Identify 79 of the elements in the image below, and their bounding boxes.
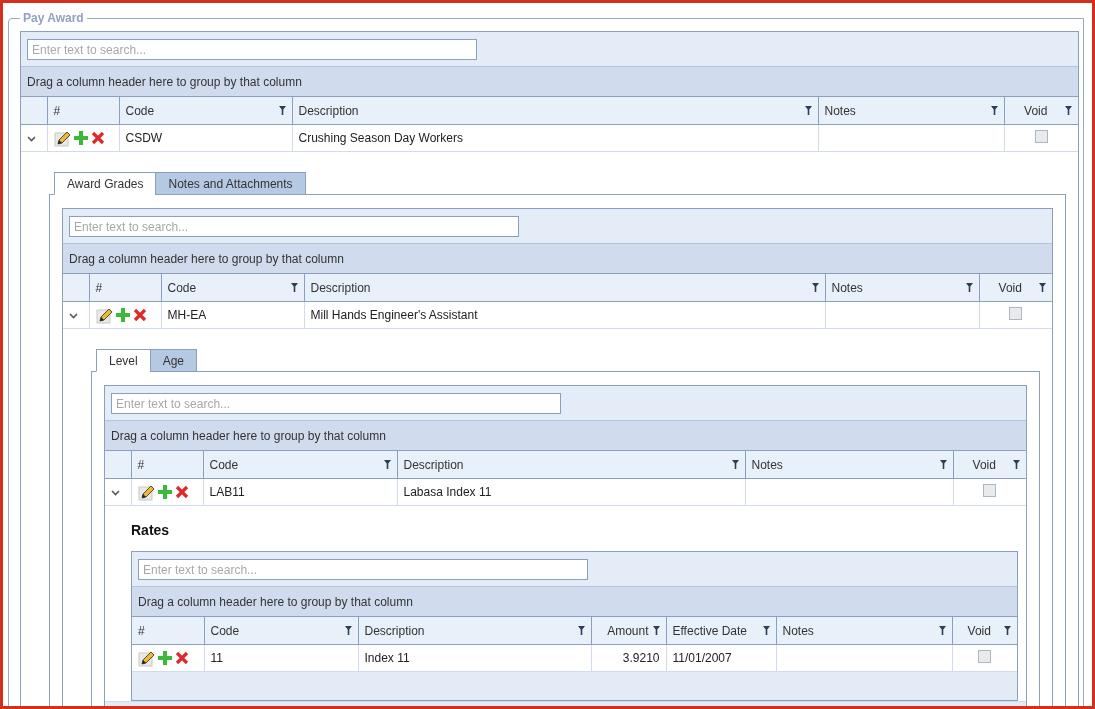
filter-icon[interactable] xyxy=(577,626,585,635)
table-cell: CSDW xyxy=(119,124,292,152)
column-header[interactable]: Code xyxy=(161,274,304,302)
filter-icon[interactable] xyxy=(652,626,660,635)
section-heading: Rates xyxy=(131,522,171,538)
tab[interactable]: Notes and Attachments xyxy=(155,172,306,195)
column-header[interactable]: Notes xyxy=(825,274,979,302)
filter-icon[interactable] xyxy=(990,106,998,115)
filter-icon[interactable] xyxy=(1039,283,1046,292)
pencil-icon[interactable] xyxy=(53,129,71,147)
filter-icon[interactable] xyxy=(811,283,819,292)
column-header[interactable]: Notes xyxy=(745,451,953,479)
column-header[interactable]: Void xyxy=(1004,97,1078,125)
search-field[interactable]: Enter text to search... xyxy=(138,559,588,580)
tab[interactable]: Level xyxy=(96,349,151,372)
column-header[interactable]: Description xyxy=(358,617,591,645)
column-header[interactable]: Void xyxy=(952,617,1017,645)
column-header[interactable]: Description xyxy=(397,451,745,479)
pencil-icon[interactable] xyxy=(137,483,155,501)
group-panel-hint: Drag a column header here to group by that column xyxy=(138,594,413,609)
search-field[interactable]: Enter text to search... xyxy=(27,39,477,60)
column-header[interactable]: # xyxy=(132,617,204,645)
filter-icon[interactable] xyxy=(383,460,391,469)
delete-icon[interactable] xyxy=(175,651,189,665)
tab[interactable]: Age xyxy=(149,349,198,372)
filter-icon[interactable] xyxy=(1013,460,1020,469)
filter-icon[interactable] xyxy=(1065,106,1072,115)
table-cell: LAB11 xyxy=(203,478,397,506)
tab[interactable]: Award Grades xyxy=(54,172,157,195)
chevron-icon[interactable] xyxy=(27,136,36,142)
column-header[interactable]: Code xyxy=(119,97,292,125)
delete-icon[interactable] xyxy=(90,131,105,145)
column-header[interactable]: Code xyxy=(203,451,397,479)
filter-icon[interactable] xyxy=(731,460,739,469)
group-panel-hint: Drag a column header here to group by that column xyxy=(111,428,386,443)
column-header[interactable]: Notes xyxy=(776,617,952,645)
filter-icon[interactable] xyxy=(804,106,812,115)
pencil-icon[interactable] xyxy=(138,649,155,667)
table-cell: MH-EA xyxy=(161,301,304,329)
filter-icon[interactable] xyxy=(938,626,946,635)
delete-icon[interactable] xyxy=(174,485,189,499)
column-header[interactable]: Description xyxy=(304,274,825,302)
filter-icon[interactable] xyxy=(939,460,947,469)
column-header[interactable]: Void xyxy=(953,451,1026,479)
table-cell: Mill Hands Engineer's Assistant xyxy=(304,301,825,329)
void-checkbox[interactable] xyxy=(978,650,992,663)
column-header[interactable]: Code xyxy=(204,617,358,645)
column-header[interactable]: Effective Date xyxy=(666,617,776,645)
filter-icon[interactable] xyxy=(965,283,973,292)
void-checkbox[interactable] xyxy=(983,484,997,497)
table-cell: 11 xyxy=(204,644,358,672)
panel-legend: Pay Award xyxy=(20,11,87,25)
table-cell: 3.9210 xyxy=(591,644,666,672)
column-header[interactable]: # xyxy=(89,274,161,302)
void-checkbox[interactable] xyxy=(1034,130,1048,143)
filter-icon[interactable] xyxy=(1004,626,1011,635)
filter-icon[interactable] xyxy=(762,626,770,635)
column-header[interactable]: Description xyxy=(292,97,818,125)
column-header[interactable]: Notes xyxy=(818,97,1004,125)
filter-icon[interactable] xyxy=(344,626,352,635)
column-header[interactable]: Void xyxy=(979,274,1052,302)
delete-icon[interactable] xyxy=(132,308,147,322)
chevron-icon[interactable] xyxy=(111,490,120,496)
group-panel-hint: Drag a column header here to group by that column xyxy=(27,74,302,89)
column-header[interactable]: # xyxy=(47,97,119,125)
table-cell: Index 11 xyxy=(358,644,591,672)
column-header[interactable]: # xyxy=(131,451,203,479)
filter-icon[interactable] xyxy=(290,283,298,292)
table-cell: 11/01/2007 xyxy=(666,644,776,672)
chevron-icon[interactable] xyxy=(69,313,78,319)
table-cell: Crushing Season Day Workers xyxy=(292,124,818,152)
search-field[interactable]: Enter text to search... xyxy=(111,393,561,414)
void-checkbox[interactable] xyxy=(1009,307,1023,320)
filter-icon[interactable] xyxy=(278,106,286,115)
group-panel-hint: Drag a column header here to group by that column xyxy=(69,251,344,266)
column-header[interactable]: Amount xyxy=(591,617,666,645)
pencil-icon[interactable] xyxy=(95,306,113,324)
table-cell: Labasa Index 11 xyxy=(397,478,745,506)
search-field[interactable]: Enter text to search... xyxy=(69,216,519,237)
